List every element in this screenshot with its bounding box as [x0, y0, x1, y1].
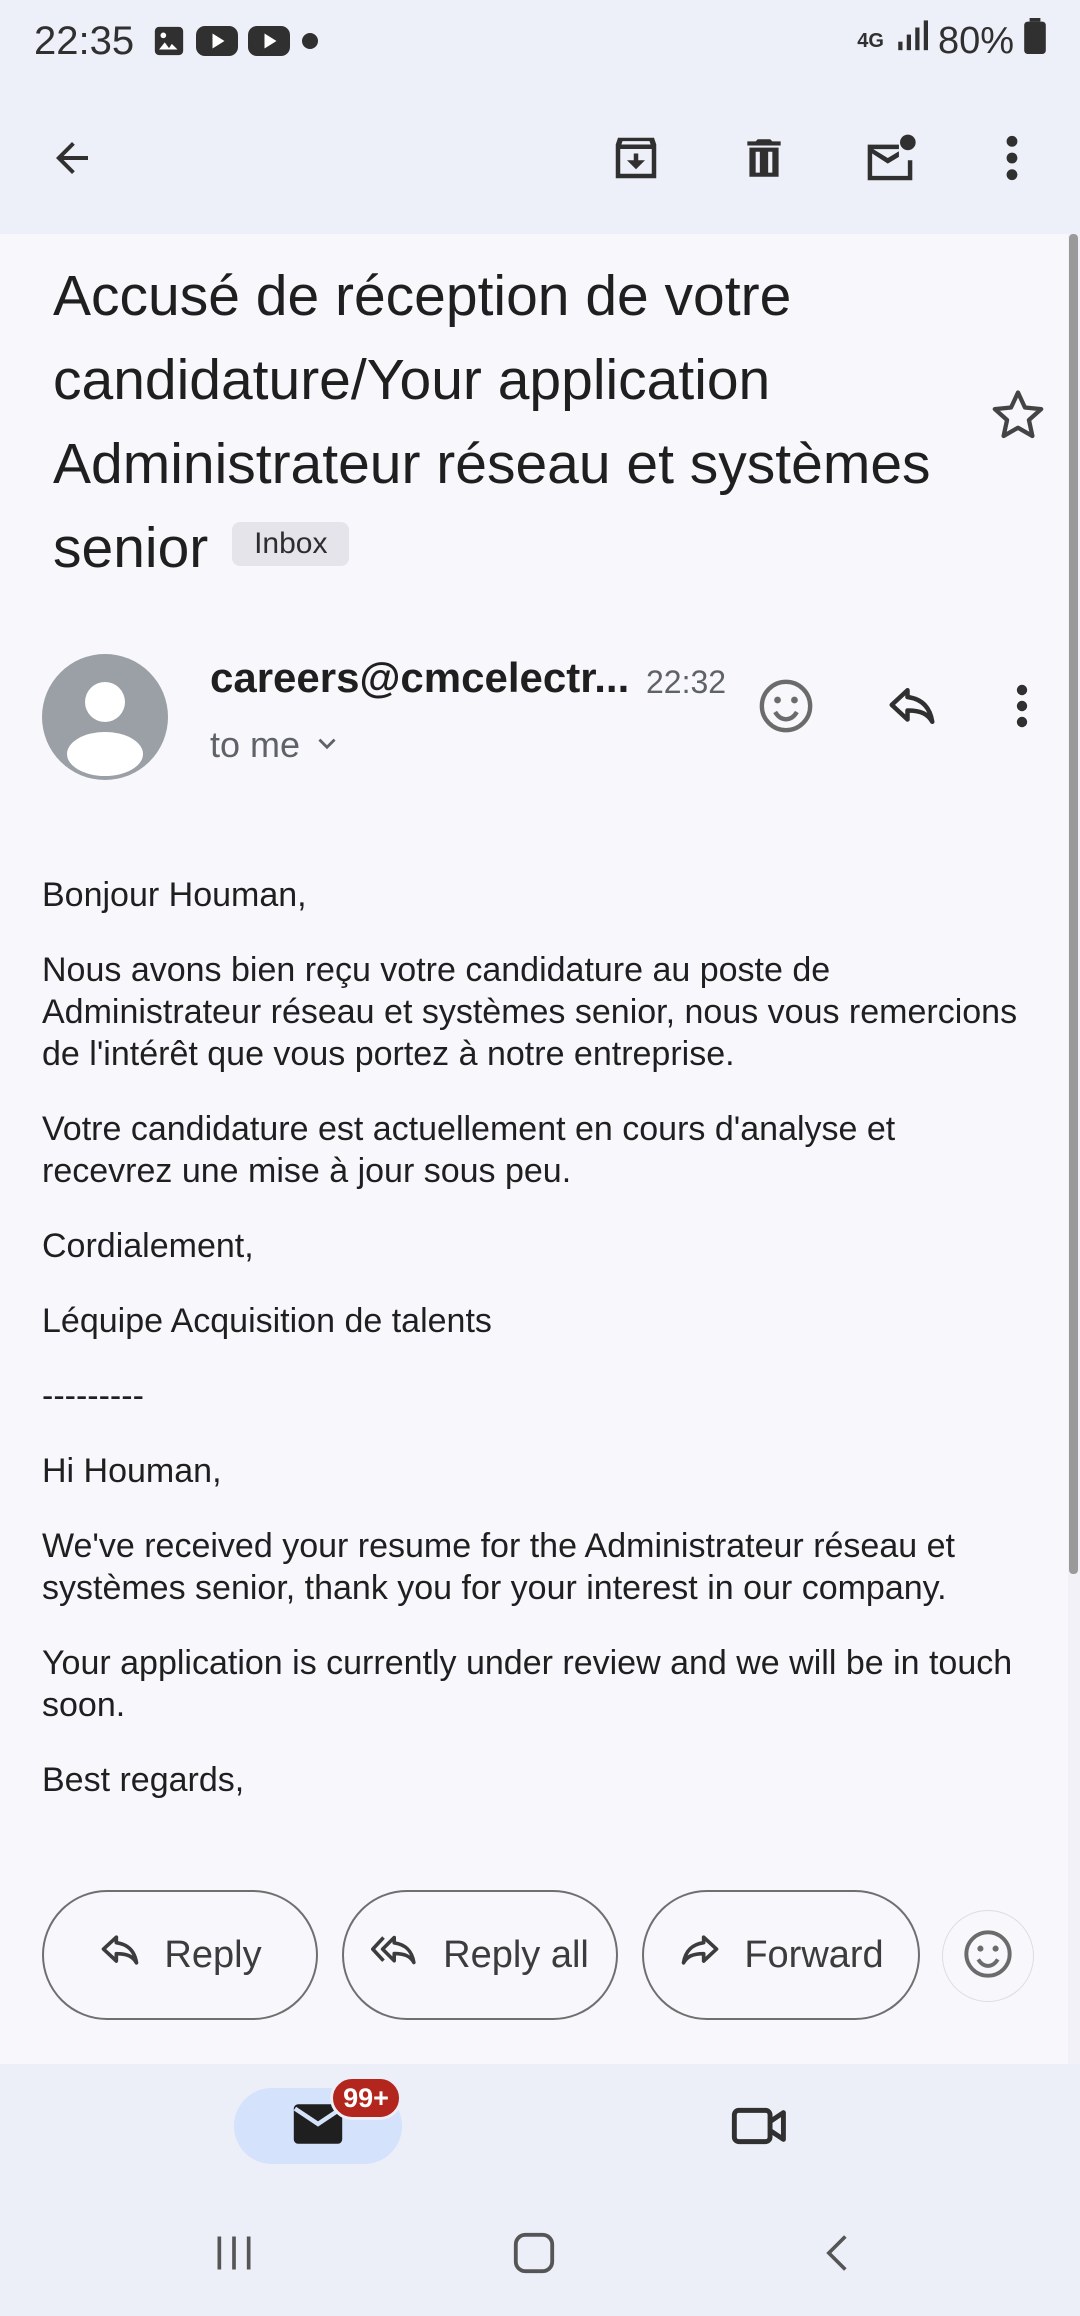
- email-subject: Accusé de réception de votre candidature…: [53, 254, 953, 590]
- body-paragraph: Nous avons bien reçu votre candidature a…: [42, 951, 1018, 1073]
- body-paragraph: Votre candidature est actuellement en co…: [42, 1110, 896, 1190]
- forward-label: Forward: [744, 1933, 884, 1976]
- system-navigation: [0, 2188, 1080, 2316]
- forward-icon: [678, 1928, 722, 1982]
- body-paragraph: Bonjour Houman,: [42, 876, 307, 914]
- email-time: 22:32: [646, 664, 727, 700]
- archive-icon[interactable]: [600, 122, 672, 194]
- status-right: 4G 80%: [857, 18, 1046, 64]
- reply-all-button[interactable]: Reply all: [342, 1890, 618, 2020]
- chevron-down-icon: [314, 724, 340, 766]
- status-bar: 22:35 4G 80%: [0, 0, 1080, 82]
- mark-unread-icon[interactable]: [854, 122, 926, 194]
- reply-button[interactable]: Reply: [42, 1890, 318, 2020]
- status-time: 22:35: [34, 18, 135, 63]
- system-back-icon[interactable]: [798, 2218, 878, 2288]
- delete-icon[interactable]: [728, 122, 800, 194]
- dot-icon: [300, 31, 320, 51]
- recent-apps-icon[interactable]: [194, 2218, 274, 2288]
- reply-label: Reply: [164, 1933, 262, 1976]
- body-paragraph: Cordialement,: [42, 1227, 254, 1265]
- forward-button[interactable]: Forward: [642, 1890, 920, 2020]
- more-vert-icon[interactable]: [976, 122, 1048, 194]
- inbox-label-chip[interactable]: Inbox: [232, 521, 350, 566]
- scrollbar-thumb[interactable]: [1069, 234, 1078, 1574]
- body-paragraph: Léquipe Acquisition de talents: [42, 1302, 492, 1340]
- emoji-icon: [962, 1928, 1014, 1985]
- subject-text: Accusé de réception de votre candidature…: [53, 264, 931, 580]
- home-icon[interactable]: [494, 2218, 574, 2288]
- action-bar: Reply Reply all Forward: [0, 1890, 1068, 2020]
- reply-all-label: Reply all: [443, 1933, 589, 1976]
- youtube-icon: [248, 25, 291, 57]
- star-icon[interactable]: [986, 384, 1050, 448]
- network-label: 4G: [857, 29, 884, 52]
- email-body: Bonjour Houman, Nous avons bien reçu vot…: [42, 874, 1032, 1834]
- emoji-reaction-icon[interactable]: [750, 670, 822, 742]
- image-icon: [152, 24, 186, 58]
- video-camera-icon: [731, 2103, 789, 2154]
- body-paragraph: Hi Houman,: [42, 1452, 222, 1490]
- body-paragraph: Your application is currently under revi…: [42, 1644, 1013, 1724]
- meet-tab[interactable]: [724, 2092, 796, 2164]
- body-paragraph: We've received your resume for the Admin…: [42, 1527, 955, 1607]
- battery-icon: [1024, 18, 1046, 64]
- body-divider: ---------: [42, 1377, 144, 1415]
- message-more-icon[interactable]: [986, 670, 1058, 742]
- back-arrow-icon[interactable]: [36, 122, 108, 194]
- signal-icon: [894, 19, 928, 63]
- recipient-text: to me: [210, 724, 301, 765]
- reply-icon[interactable]: [876, 670, 948, 742]
- youtube-icon: [196, 25, 239, 57]
- reply-all-icon: [371, 1928, 421, 1982]
- sender-address[interactable]: careers@cmcelectr...: [210, 654, 629, 702]
- body-paragraph: Best regards,: [42, 1761, 245, 1799]
- unread-badge: 99+: [330, 2076, 402, 2120]
- emoji-reaction-button[interactable]: [942, 1910, 1034, 2002]
- battery-percent: 80%: [937, 19, 1014, 62]
- reply-icon: [98, 1928, 142, 1982]
- recipient-toggle[interactable]: to me: [210, 724, 340, 766]
- avatar[interactable]: [42, 654, 168, 780]
- bottom-navigation: 99+: [0, 2064, 1080, 2188]
- email-view: Accusé de réception de votre candidature…: [0, 234, 1068, 2064]
- app-toolbar: [0, 82, 1080, 234]
